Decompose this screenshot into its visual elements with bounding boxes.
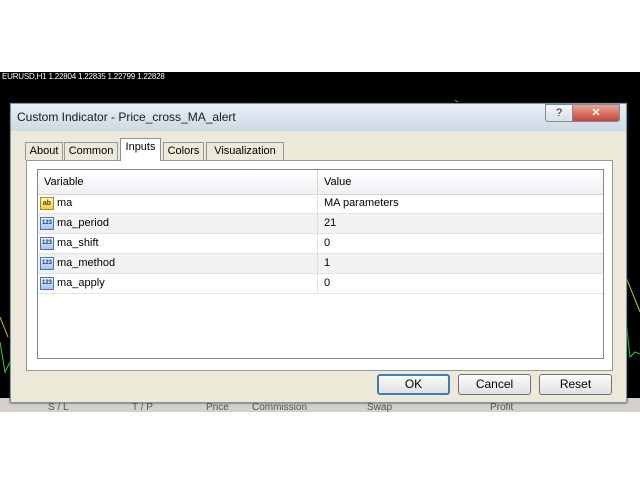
tab-about[interactable]: About (25, 142, 63, 160)
value-cell[interactable]: 1 (318, 254, 603, 274)
column-swap: Swap (367, 402, 393, 412)
column-profit: Profit (490, 402, 514, 412)
table-header: Variable Value (38, 170, 603, 195)
column-commission: Commission (252, 402, 308, 412)
reset-button[interactable]: Reset (539, 374, 612, 395)
close-icon: ✕ (591, 107, 601, 119)
column-sl: S / L (48, 402, 69, 412)
variable-cell: 123 ma_method (38, 254, 318, 274)
help-icon: ? (555, 107, 563, 119)
column-header-value[interactable]: Value (318, 170, 603, 194)
value-cell[interactable]: 0 (318, 234, 603, 254)
integer-type-icon: 123 (40, 236, 54, 250)
integer-type-icon: 123 (40, 216, 54, 230)
variable-name: ma_period (57, 217, 109, 229)
custom-indicator-dialog: Custom Indicator - Price_cross_MA_alert … (10, 103, 627, 403)
table-row[interactable]: ab ma MA parameters (38, 194, 603, 214)
value-cell[interactable]: MA parameters (318, 194, 603, 214)
help-button[interactable]: ? (545, 104, 573, 122)
table-row[interactable]: 123 ma_method 1 (38, 254, 603, 274)
variable-cell: 123 ma_apply (38, 274, 318, 294)
ok-button[interactable]: OK (377, 374, 450, 395)
column-header-variable[interactable]: Variable (38, 170, 318, 194)
variable-cell: 123 ma_shift (38, 234, 318, 254)
dialog-title: Custom Indicator - Price_cross_MA_alert (17, 110, 236, 124)
variable-name: ma_method (57, 257, 116, 269)
tab-common[interactable]: Common (64, 142, 118, 160)
integer-type-icon: 123 (40, 276, 54, 290)
column-tp: T / P (132, 402, 153, 412)
variable-name: ma_shift (57, 237, 99, 249)
inputs-panel: Variable Value ab ma MA parameters 123 ma_… (26, 160, 613, 371)
variable-cell: 123 ma_period (38, 214, 318, 234)
tab-inputs[interactable]: Inputs (120, 138, 161, 161)
variable-name: ma (57, 197, 73, 209)
string-type-icon: ab (40, 196, 54, 210)
column-price: Price (206, 402, 229, 412)
cancel-button[interactable]: Cancel (458, 374, 531, 395)
close-button[interactable]: ✕ (572, 104, 620, 122)
value-cell[interactable]: 21 (318, 214, 603, 234)
dialog-titlebar[interactable]: Custom Indicator - Price_cross_MA_alert … (11, 104, 626, 131)
tab-colors[interactable]: Colors (163, 142, 204, 160)
variable-cell: ab ma (38, 194, 318, 214)
table-row[interactable]: 123 ma_period 21 (38, 214, 603, 234)
variable-name: ma_apply (57, 277, 105, 289)
tab-visualization[interactable]: Visualization (206, 142, 284, 160)
table-row[interactable]: 123 ma_shift 0 (38, 234, 603, 254)
inputs-table: Variable Value ab ma MA parameters 123 ma_… (37, 169, 604, 359)
value-cell[interactable]: 0 (318, 274, 603, 294)
integer-type-icon: 123 (40, 256, 54, 270)
table-row[interactable]: 123 ma_apply 0 (38, 274, 603, 294)
chart-symbol-info: EURUSD,H1 1.22804 1.22835 1.22799 1.2282… (2, 72, 165, 81)
